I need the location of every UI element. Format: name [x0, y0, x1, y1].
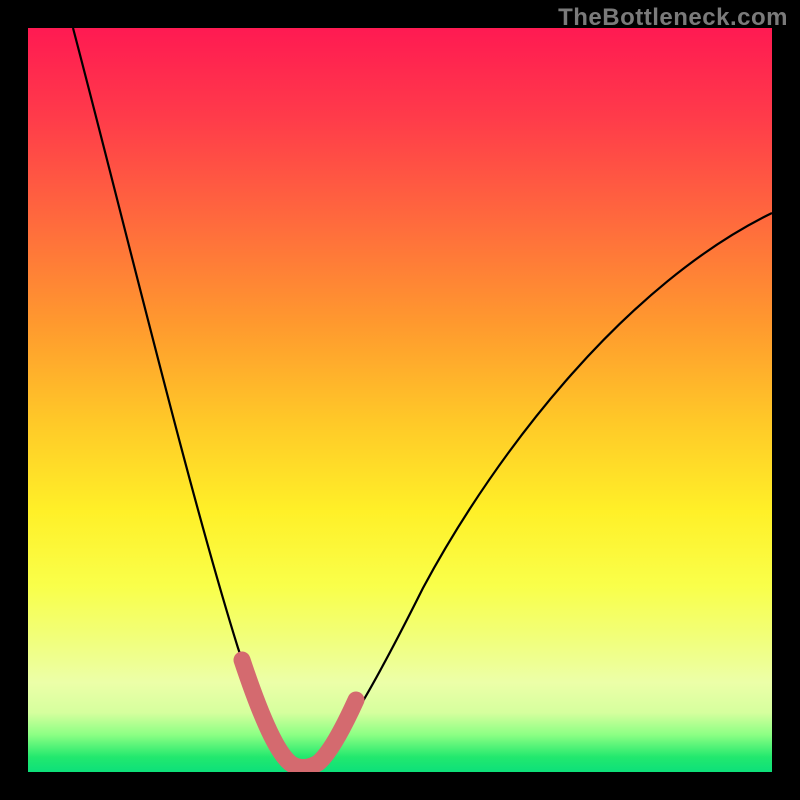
watermark-text: TheBottleneck.com: [558, 4, 788, 32]
main-curve: [73, 28, 772, 768]
curve-overlay: [28, 28, 772, 772]
highlight-segment: [242, 660, 356, 768]
chart-container: TheBottleneck.com: [0, 0, 800, 800]
